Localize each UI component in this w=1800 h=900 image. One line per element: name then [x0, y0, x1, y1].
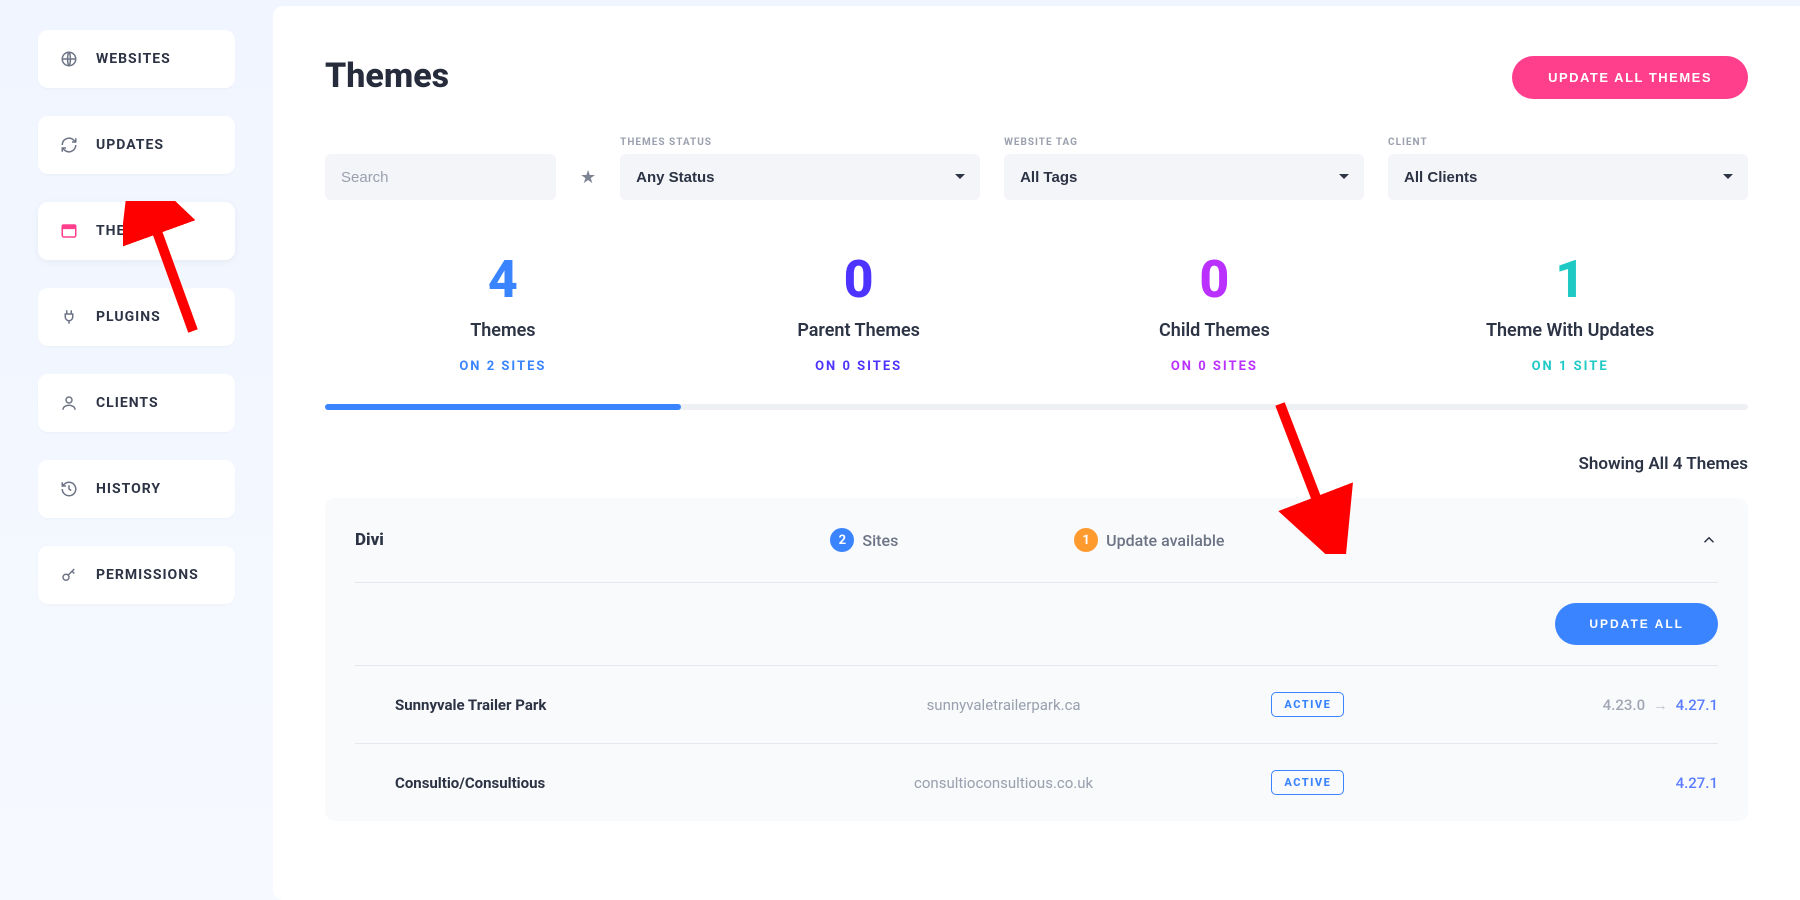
tag-filter-label: WEBSITE TAG	[1004, 137, 1364, 148]
refresh-icon	[60, 136, 78, 154]
stat-num: 1	[1392, 254, 1748, 306]
site-name: Sunnyvale Trailer Park	[395, 696, 818, 714]
site-row[interactable]: Consultio/Consultious consultioconsultio…	[355, 744, 1718, 821]
sites-badge: 2	[830, 528, 854, 552]
sidebar-item-label: THEMES	[96, 223, 157, 239]
stat-num: 4	[325, 254, 681, 306]
status-cell: ACTIVE	[1189, 770, 1427, 795]
sidebar-item-clients[interactable]: CLIENTS	[38, 374, 235, 432]
sidebar-item-updates[interactable]: UPDATES	[38, 116, 235, 174]
status-badge: ACTIVE	[1271, 692, 1344, 717]
stats-row: 4 Themes ON 2 SITES 0 Parent Themes ON 0…	[325, 254, 1748, 374]
user-icon	[60, 394, 78, 412]
sites-count: 2 Sites	[830, 528, 1062, 552]
client-filter-label: CLIENT	[1388, 137, 1748, 148]
site-url: consultioconsultious.co.uk	[818, 774, 1188, 792]
history-icon	[60, 480, 78, 498]
updates-label: Update available	[1106, 531, 1224, 550]
main: Themes UPDATE ALL THEMES ★ THEMES STATUS…	[273, 6, 1800, 900]
update-all-themes-button[interactable]: UPDATE ALL THEMES	[1512, 56, 1748, 99]
stat-label: Child Themes	[1037, 320, 1393, 341]
status-filter[interactable]: Any Status	[620, 154, 980, 200]
stat-with-updates[interactable]: 1 Theme With Updates ON 1 SITE	[1392, 254, 1748, 374]
version-cell: 4.27.1	[1427, 774, 1718, 792]
chevron-up-icon	[1700, 531, 1718, 549]
version-old: 4.23.0	[1603, 696, 1645, 714]
stat-label: Parent Themes	[681, 320, 1037, 341]
tab-indicator-bar	[325, 404, 681, 410]
tag-filter[interactable]: All Tags	[1004, 154, 1364, 200]
stat-child-themes[interactable]: 0 Child Themes ON 0 SITES	[1037, 254, 1393, 374]
page-title: Themes	[325, 56, 449, 96]
theme-name: Divi	[355, 530, 818, 550]
stat-parent-themes[interactable]: 0 Parent Themes ON 0 SITES	[681, 254, 1037, 374]
update-all-button[interactable]: UPDATE ALL	[1555, 603, 1718, 645]
site-url: sunnyvaletrailerpark.ca	[818, 696, 1188, 714]
status-badge: ACTIVE	[1271, 770, 1344, 795]
theme-actions: UPDATE ALL	[355, 583, 1718, 666]
version-cell: 4.23.0 → 4.27.1	[1427, 696, 1718, 714]
theme-icon	[60, 222, 78, 240]
sidebar-item-themes[interactable]: THEMES	[38, 202, 235, 260]
stat-themes[interactable]: 4 Themes ON 2 SITES	[325, 254, 681, 374]
sidebar-item-history[interactable]: HISTORY	[38, 460, 235, 518]
stat-sub: ON 0 SITES	[681, 359, 1037, 374]
sidebar-item-label: PLUGINS	[96, 309, 161, 325]
stat-num: 0	[681, 254, 1037, 306]
sidebar-item-websites[interactable]: WEBSITES	[38, 30, 235, 88]
stat-sub: ON 2 SITES	[325, 359, 681, 374]
client-filter[interactable]: All Clients	[1388, 154, 1748, 200]
globe-icon	[60, 50, 78, 68]
sidebar: WEBSITES UPDATES THEMES PLUGINS CLIENTS …	[0, 0, 273, 900]
status-filter-label: THEMES STATUS	[620, 137, 980, 148]
sidebar-item-label: CLIENTS	[96, 395, 159, 411]
stat-sub: ON 0 SITES	[1037, 359, 1393, 374]
key-icon	[60, 566, 78, 584]
search-input[interactable]	[325, 154, 556, 200]
sidebar-item-label: HISTORY	[96, 481, 161, 497]
theme-card-header[interactable]: Divi 2 Sites 1 Update available	[355, 498, 1718, 583]
filter-bar: ★ THEMES STATUS Any Status WEBSITE TAG A…	[325, 137, 1748, 200]
arrow-right-icon: →	[1653, 696, 1668, 714]
site-name: Consultio/Consultious	[395, 774, 818, 792]
result-summary: Showing All 4 Themes	[325, 454, 1748, 474]
sidebar-item-plugins[interactable]: PLUGINS	[38, 288, 235, 346]
updates-count: 1 Update available	[1074, 528, 1688, 552]
stat-num: 0	[1037, 254, 1393, 306]
sidebar-item-permissions[interactable]: PERMISSIONS	[38, 546, 235, 604]
status-cell: ACTIVE	[1189, 692, 1427, 717]
stat-sub: ON 1 SITE	[1392, 359, 1748, 374]
plug-icon	[60, 308, 78, 326]
version-new: 4.27.1	[1676, 774, 1718, 792]
tab-indicator-track	[325, 404, 1748, 410]
sidebar-item-label: UPDATES	[96, 137, 164, 153]
theme-card: Divi 2 Sites 1 Update available UPDATE A…	[325, 498, 1748, 821]
sidebar-item-label: PERMISSIONS	[96, 567, 199, 583]
site-row[interactable]: Sunnyvale Trailer Park sunnyvaletrailerp…	[355, 666, 1718, 744]
star-icon[interactable]: ★	[580, 167, 596, 200]
stat-label: Theme With Updates	[1392, 320, 1748, 341]
updates-badge: 1	[1074, 528, 1098, 552]
version-new: 4.27.1	[1676, 696, 1718, 714]
stat-label: Themes	[325, 320, 681, 341]
sidebar-item-label: WEBSITES	[96, 51, 171, 67]
sites-label: Sites	[862, 531, 898, 550]
